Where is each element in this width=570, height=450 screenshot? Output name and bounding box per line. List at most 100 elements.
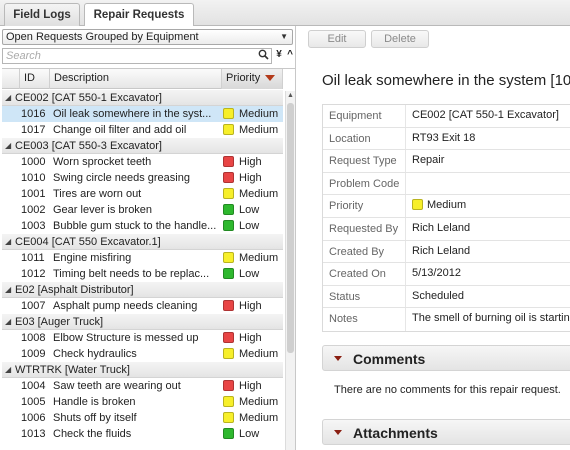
group-label: CE004 [CAT 550 Excavator.1] — [15, 236, 161, 248]
table-row[interactable]: 1009 Check hydraulics Medium — [2, 346, 283, 362]
request-priority: High — [239, 300, 262, 312]
comments-title: Comments — [353, 351, 426, 367]
scroll-up-icon[interactable]: ▲ — [287, 92, 294, 99]
search-input[interactable]: Search — [2, 48, 272, 64]
collapse-caret-icon[interactable]: ◢ — [5, 90, 11, 106]
property-label: Location — [329, 132, 371, 145]
request-id: 1006 — [21, 412, 46, 424]
table-row[interactable]: 1000 Worn sprocket teeth High — [2, 154, 283, 170]
property-row: Priority Medium — [323, 195, 570, 218]
collapse-caret-icon[interactable]: ◢ — [5, 314, 11, 330]
request-priority: Low — [239, 428, 260, 440]
column-header-priority[interactable]: Priority — [222, 69, 283, 89]
priority-indicator-icon — [223, 124, 234, 135]
property-label: Equipment — [329, 110, 382, 122]
table-row[interactable]: 1011 Engine misfiring Medium — [2, 250, 283, 266]
delete-button[interactable]: Delete — [371, 30, 429, 48]
view-filter-select[interactable]: Open Requests Grouped by Equipment ▼ — [2, 29, 293, 45]
table-row[interactable]: 1005 Handle is broken Medium — [2, 394, 283, 410]
request-description: Asphalt pump needs cleaning — [53, 300, 198, 312]
request-id: 1008 — [21, 332, 46, 344]
table-row[interactable]: 1010 Swing circle needs greasing High — [2, 170, 283, 186]
group-label: E03 [Auger Truck] — [15, 316, 104, 328]
request-priority: High — [239, 156, 262, 168]
collapse-caret-icon[interactable]: ◢ — [5, 234, 11, 250]
grid-scrollbar[interactable]: ▲ — [285, 91, 295, 450]
table-row[interactable]: 1004 Saw teeth are wearing out High — [2, 378, 283, 394]
priority-indicator-icon — [223, 172, 234, 183]
column-header-id-label: ID — [24, 72, 35, 84]
priority-indicator-icon — [223, 188, 234, 199]
priority-indicator-icon — [223, 268, 234, 279]
request-id: 1010 — [21, 172, 46, 184]
view-filter-value: Open Requests Grouped by Equipment — [6, 31, 199, 43]
table-row[interactable]: 1007 Asphalt pump needs cleaning High — [2, 298, 283, 314]
table-row[interactable]: 1012 Timing belt needs to be replac... Low — [2, 266, 283, 282]
request-priority: Medium — [239, 252, 279, 264]
comments-section-header[interactable]: Comments — [322, 345, 570, 371]
request-description: Tires are worn out — [53, 188, 142, 200]
priority-indicator-icon — [223, 252, 234, 263]
comments-empty-text: There are no comments for this repair re… — [334, 384, 561, 396]
group-row[interactable]: ◢ CE002 [CAT 550-1 Excavator] — [2, 90, 283, 106]
collapse-caret-icon[interactable]: ◢ — [5, 362, 11, 378]
edit-button[interactable]: Edit — [308, 30, 366, 48]
property-label: Request Type — [329, 155, 397, 168]
request-description: Bubble gum stuck to the handle... — [53, 220, 217, 232]
group-row[interactable]: ◢ CE004 [CAT 550 Excavator.1] — [2, 234, 283, 250]
request-list-panel: Open Requests Grouped by Equipment ▼ Sea… — [0, 26, 296, 450]
table-row[interactable]: 1008 Elbow Structure is messed up High — [2, 330, 283, 346]
request-priority: Low — [239, 220, 260, 232]
request-id: 1002 — [21, 204, 46, 216]
table-row[interactable]: 1001 Tires are worn out Medium — [2, 186, 283, 202]
tab-field-logs[interactable]: Field Logs — [4, 3, 80, 27]
group-row[interactable]: ◢ E02 [Asphalt Distributor] — [2, 282, 283, 298]
request-priority: Medium — [239, 188, 279, 200]
request-id: 1007 — [21, 300, 46, 312]
divider — [405, 127, 406, 150]
dropdown-arrow-icon: ▼ — [280, 32, 288, 41]
search-placeholder: Search — [6, 50, 41, 62]
table-row[interactable]: 1003 Bubble gum stuck to the handle... Low — [2, 218, 283, 234]
table-row[interactable]: 1002 Gear lever is broken Low — [2, 202, 283, 218]
property-row: Created On 5/13/2012 — [323, 263, 570, 286]
priority-indicator-icon — [412, 199, 423, 211]
request-id: 1009 — [21, 348, 46, 360]
expand-all-icon[interactable]: ¥ — [274, 48, 284, 64]
scrollbar-thumb[interactable] — [287, 103, 294, 353]
column-header-description[interactable]: Description — [50, 69, 222, 89]
detail-title: Oil leak somewhere in the system [1016] — [322, 72, 570, 89]
attachments-section-header[interactable]: Attachments — [322, 419, 570, 445]
group-row[interactable]: ◢ WTRTRK [Water Truck] — [2, 362, 283, 378]
group-row[interactable]: ◢ E03 [Auger Truck] — [2, 314, 283, 330]
table-row[interactable]: 1013 Check the fluids Low — [2, 426, 283, 442]
property-row: Requested By Rich Leland — [323, 217, 570, 241]
collapse-all-icon[interactable]: ^ — [285, 48, 295, 64]
grid-rows: ◢ CE002 [CAT 550-1 Excavator] 1016 Oil leak… — [2, 90, 283, 442]
request-description: Swing circle needs greasing — [53, 172, 190, 184]
collapse-caret-icon[interactable]: ◢ — [5, 282, 11, 298]
tab-repair-requests[interactable]: Repair Requests — [84, 3, 194, 28]
property-label: Notes — [329, 313, 358, 326]
request-description: Oil leak somewhere in the syst... — [53, 108, 212, 120]
requests-grid: ID Description Priority ◢ CE002 [CAT 550-… — [2, 68, 295, 450]
divider — [405, 285, 406, 308]
collapse-caret-icon[interactable]: ◢ — [5, 138, 11, 154]
request-priority: Low — [239, 268, 260, 280]
search-icon[interactable] — [258, 49, 269, 64]
table-row[interactable]: 1006 Shuts off by itself Medium — [2, 410, 283, 426]
request-priority: High — [239, 172, 262, 184]
request-priority: Medium — [239, 348, 279, 360]
priority-indicator-icon — [223, 412, 234, 423]
property-value-text: Scheduled — [412, 289, 464, 302]
table-row[interactable]: 1016 Oil leak somewhere in the syst... Med… — [2, 106, 283, 122]
property-value: Rich Leland — [412, 222, 470, 234]
priority-indicator-icon — [223, 220, 234, 231]
table-row[interactable]: 1017 Change oil filter and add oil Medium — [2, 122, 283, 138]
request-priority: Medium — [239, 124, 279, 136]
column-header-id[interactable]: ID — [20, 69, 50, 89]
property-row: Location RT93 Exit 18 — [323, 127, 570, 151]
request-description: Shuts off by itself — [53, 412, 137, 424]
group-row[interactable]: ◢ CE003 [CAT 550-3 Excavator] — [2, 138, 283, 154]
request-description: Check the fluids — [53, 428, 132, 440]
